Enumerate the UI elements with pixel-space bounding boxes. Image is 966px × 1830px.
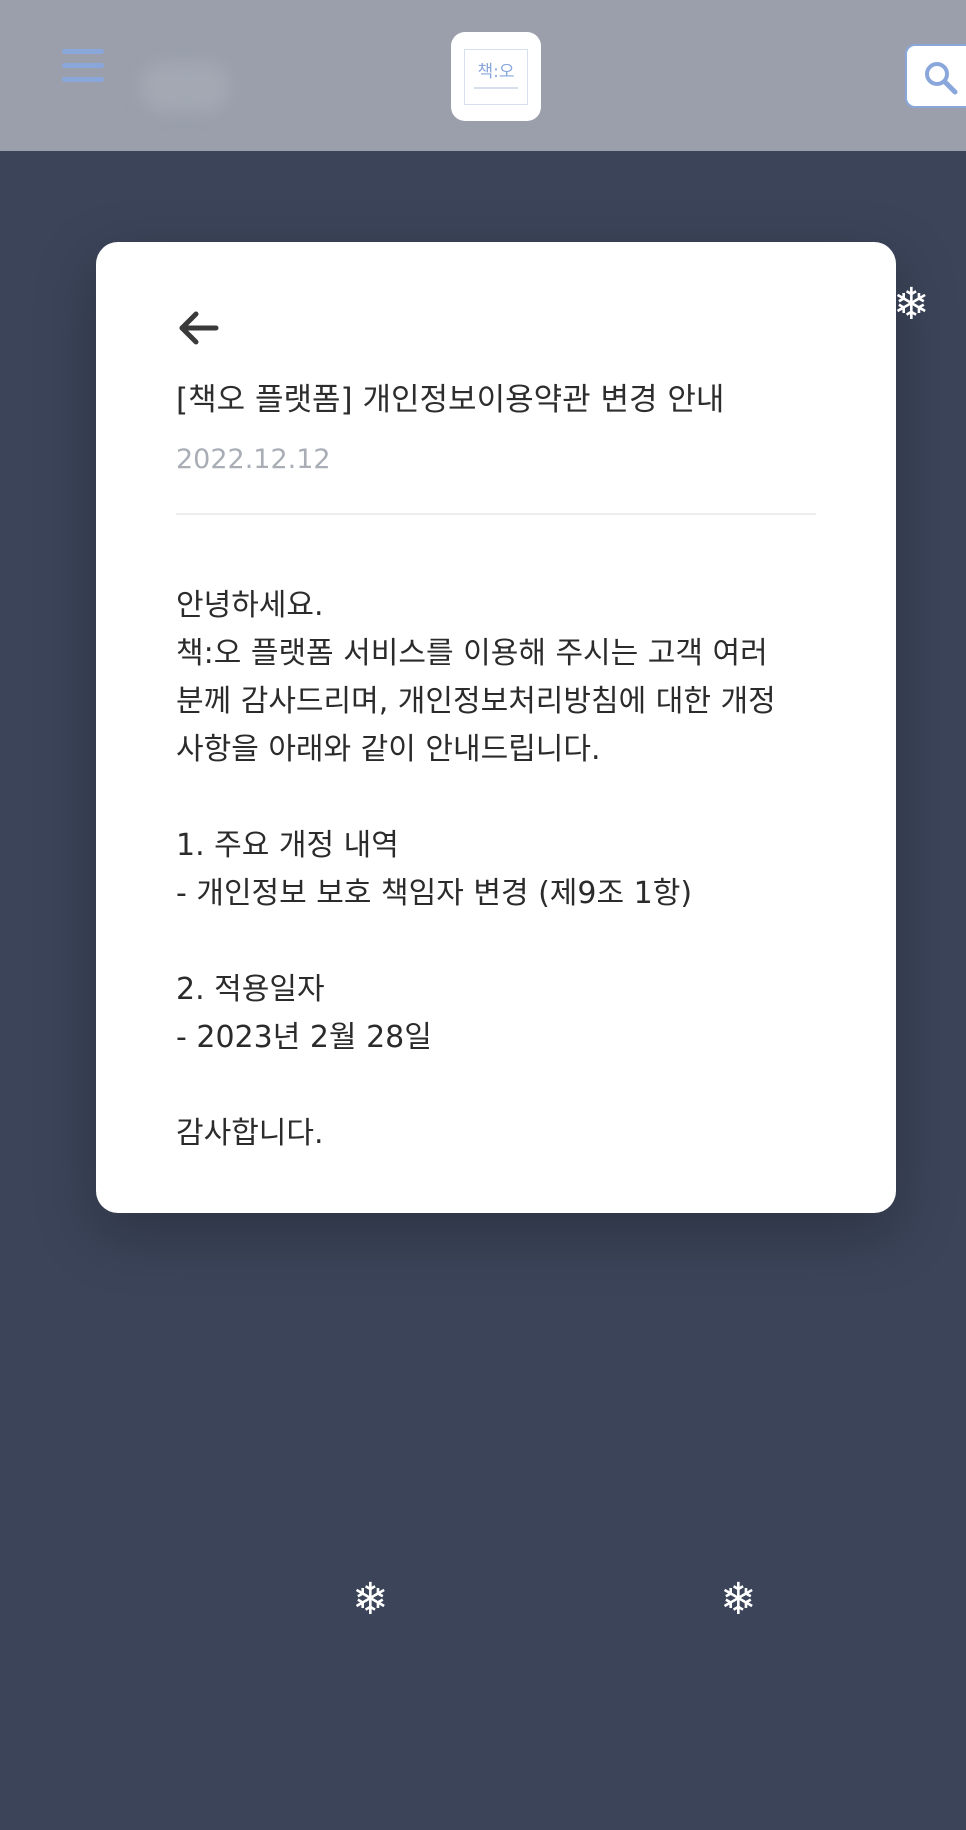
body-line: 사항을 아래와 같이 안내드립니다. bbox=[176, 732, 601, 767]
hamburger-menu-icon[interactable] bbox=[58, 46, 108, 86]
body-line: 안녕하세요. bbox=[176, 588, 324, 623]
top-header: 책:오 bbox=[0, 0, 966, 151]
logo[interactable]: 책:오 bbox=[451, 32, 541, 121]
notice-date: 2022.12.12 bbox=[176, 444, 331, 475]
search-button[interactable] bbox=[905, 44, 966, 108]
menu-line bbox=[62, 77, 104, 82]
snowflake-icon: ❄ bbox=[720, 1574, 757, 1625]
divider bbox=[176, 513, 816, 515]
logo-text: 책:오 bbox=[477, 62, 515, 82]
menu-line bbox=[62, 63, 104, 68]
logo-frame: 책:오 bbox=[464, 48, 528, 105]
body-line: - 2023년 2월 28일 bbox=[176, 1020, 432, 1055]
notice-title: [책오 플랫폼] 개인정보이용약관 변경 안내 bbox=[176, 382, 725, 418]
snowflake-icon: ❄ bbox=[352, 1574, 389, 1625]
body-line bbox=[176, 774, 836, 822]
body-line: 책:오 플랫폼 서비스를 이용해 주시는 고객 여러 bbox=[176, 636, 768, 671]
notice-body: 안녕하세요. 책:오 플랫폼 서비스를 이용해 주시는 고객 여러 분께 감사드… bbox=[176, 582, 836, 1158]
body-line: 분께 감사드리며, 개인정보처리방침에 대한 개정 bbox=[176, 684, 776, 719]
back-arrow-icon[interactable] bbox=[176, 308, 222, 348]
body-line: - 개인정보 보호 책임자 변경 (제9조 1항) bbox=[176, 876, 693, 911]
menu-line bbox=[62, 49, 104, 54]
body-line bbox=[176, 918, 836, 966]
logo-underline bbox=[474, 87, 518, 89]
search-icon bbox=[925, 62, 958, 95]
body-line: 2. 적용일자 bbox=[176, 972, 325, 1007]
notice-card: [책오 플랫폼] 개인정보이용약관 변경 안내 2022.12.12 안녕하세요… bbox=[96, 242, 896, 1213]
body-line: 감사합니다. bbox=[176, 1116, 324, 1151]
body-line bbox=[176, 1062, 836, 1110]
blurred-header-element bbox=[140, 62, 230, 112]
body-line: 1. 주요 개정 내역 bbox=[176, 828, 399, 863]
snowflake-icon: ❄ bbox=[893, 279, 930, 330]
